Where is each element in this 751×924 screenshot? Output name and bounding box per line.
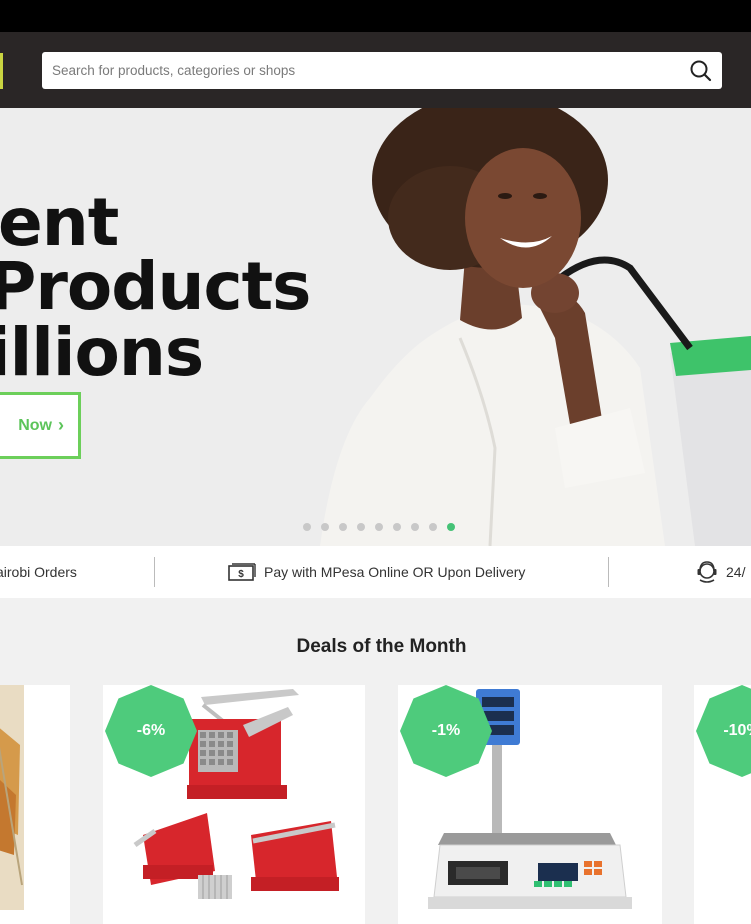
hero-headline-line-1: ent <box>0 184 119 261</box>
carousel-dot[interactable] <box>375 523 383 531</box>
discount-label: -10% <box>723 722 751 739</box>
search-bar <box>42 52 722 89</box>
discount-label: -1% <box>431 722 461 739</box>
svg-text:$: $ <box>238 569 244 580</box>
carousel-dot[interactable] <box>411 523 419 531</box>
top-bar <box>0 0 751 32</box>
discount-badge: -6% <box>105 685 197 777</box>
product-card[interactable]: -6% <box>103 685 365 924</box>
carousel-dot[interactable] <box>339 523 347 531</box>
product-card[interactable] <box>0 685 70 924</box>
features-bar: airobi Orders $ Pay with MPesa Online OR… <box>0 546 751 598</box>
carousel-dot[interactable] <box>393 523 401 531</box>
feature-text: Pay with MPesa Online OR Upon Delivery <box>264 564 526 580</box>
feature-support: 24/ <box>695 546 745 598</box>
chevron-right-icon: › <box>58 415 64 435</box>
product-card[interactable]: -10% <box>694 685 751 924</box>
carousel-dot[interactable] <box>447 523 455 531</box>
discount-label: -6% <box>136 722 166 739</box>
search-button[interactable] <box>688 58 714 84</box>
features-divider <box>154 557 155 587</box>
shop-now-label: Now <box>18 416 52 434</box>
carousel-dots <box>303 523 455 531</box>
deals-section-title: Deals of the Month <box>296 636 467 657</box>
support-agent-icon <box>697 561 717 583</box>
hero-headline-line-2: Products <box>0 248 311 325</box>
shop-now-button[interactable]: Now › <box>0 392 81 459</box>
feature-text: airobi Orders <box>0 564 77 580</box>
feature-text: 24/ <box>726 564 746 580</box>
carousel-dot[interactable] <box>357 523 365 531</box>
hero-banner[interactable]: ent Products illions Now › <box>0 108 751 546</box>
carousel-dot[interactable] <box>321 523 329 531</box>
discount-badge: -10% <box>696 685 751 777</box>
carousel-dot[interactable] <box>429 523 437 531</box>
product-card[interactable]: -1% <box>398 685 662 924</box>
search-icon <box>690 60 712 82</box>
carousel-dot[interactable] <box>303 523 311 531</box>
search-input[interactable] <box>42 52 682 89</box>
discount-badge: -1% <box>400 685 492 777</box>
feature-nairobi-orders: airobi Orders <box>0 546 77 598</box>
hero-woman-with-shopping-bag-image <box>320 108 751 546</box>
hero-headline-line-3: illions <box>0 314 204 391</box>
product-image-partial <box>0 685 24 910</box>
cash-icon: $ <box>228 563 256 581</box>
features-divider <box>608 557 609 587</box>
site-logo[interactable] <box>0 53 3 89</box>
feature-mpesa-payment: $ Pay with MPesa Online OR Upon Delivery <box>228 546 525 598</box>
